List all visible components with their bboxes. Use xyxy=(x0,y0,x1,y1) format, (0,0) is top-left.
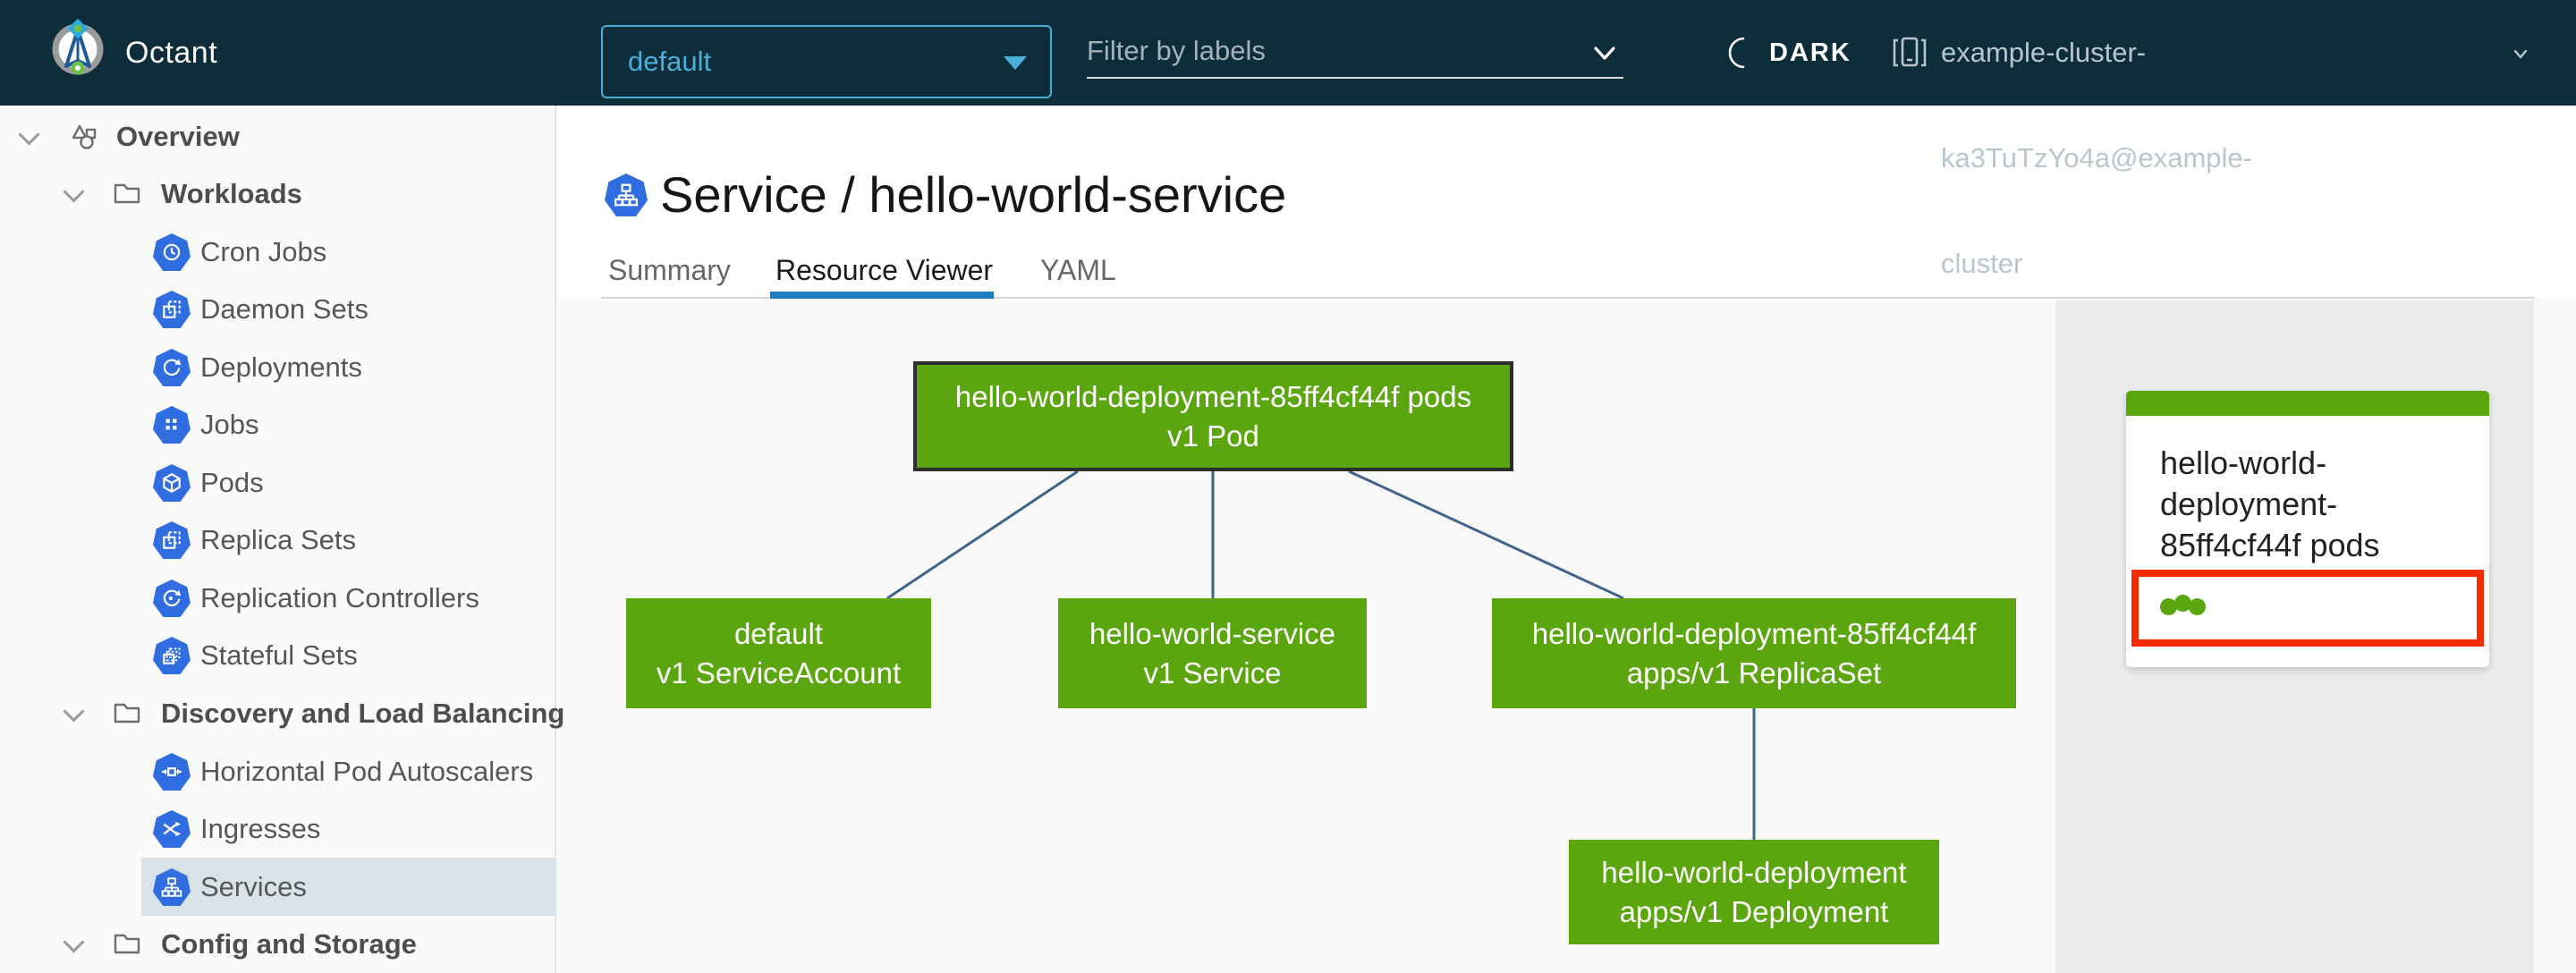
sidebar-item-horizontal-pod-autoscalers[interactable]: Horizontal Pod Autoscalers xyxy=(0,742,556,800)
node-subtitle: v1 Service xyxy=(1143,656,1282,690)
chevron-down-icon[interactable] xyxy=(63,700,85,723)
moon-icon xyxy=(1728,37,1745,69)
node-title: hello-world-deployment xyxy=(1601,855,1907,889)
octant-logo-icon xyxy=(52,18,104,75)
app-header: Octant default DARK example-cluster-ka3T… xyxy=(0,0,2576,279)
node-title: default xyxy=(733,616,824,650)
replication-controllers-icon xyxy=(153,580,191,617)
sidebar-item-discovery-and-load-balancing[interactable]: Discovery and Load Balancing xyxy=(0,684,564,742)
sidebar-item-daemon-sets[interactable]: Daemon Sets xyxy=(0,280,556,338)
sidebar-item-jobs[interactable]: Jobs xyxy=(0,395,556,453)
replica-sets-icon xyxy=(153,521,191,559)
sidebar-item-label: Workloads xyxy=(161,178,302,209)
sidebar-item-stateful-sets[interactable]: Stateful Sets xyxy=(0,626,556,684)
sidebar-item-label: Pods xyxy=(200,467,264,498)
tab-summary[interactable]: Summary xyxy=(608,250,731,290)
cluster-context-label: example-cluster-ka3TuTzYo4a@example-clus… xyxy=(1941,37,2252,279)
chevron-down-icon[interactable] xyxy=(63,181,85,203)
graph-node-replicaset[interactable]: hello-world-deployment-85ff4cf44f apps/v… xyxy=(1492,598,2016,708)
node-title: hello-world-service xyxy=(1089,616,1336,650)
sidebar-item-overview[interactable]: Overview xyxy=(0,107,556,165)
node-subtitle: v1 ServiceAccount xyxy=(656,656,902,690)
graph-node-service[interactable]: hello-world-service v1 Service xyxy=(1058,598,1367,708)
node-title: hello-world-deployment-85ff4cf44f xyxy=(1531,616,1977,650)
folder-icon xyxy=(114,703,140,723)
pod-status-dots xyxy=(2160,595,2206,620)
sidebar-item-label: Daemon Sets xyxy=(200,293,369,325)
chevron-down-icon[interactable] xyxy=(1593,41,1616,64)
sidebar-item-pods[interactable]: Pods xyxy=(0,453,556,512)
sidebar-item-workloads[interactable]: Workloads xyxy=(0,165,556,223)
hpa-icon xyxy=(153,753,191,791)
sidebar-item-replication-controllers[interactable]: Replication Controllers xyxy=(0,569,556,627)
caret-down-icon xyxy=(1004,56,1027,70)
page-title: Service / hello-world-service xyxy=(660,166,1287,223)
pod-detail-card[interactable]: hello-world-deployment-85ff4cf44f pods xyxy=(2126,391,2489,667)
sidebar-item-services[interactable]: Services xyxy=(0,858,556,916)
pod-status-dot[interactable] xyxy=(2174,595,2191,612)
graph-node-serviceaccount[interactable]: default v1 ServiceAccount xyxy=(626,598,931,708)
sidebar-item-config-and-storage[interactable]: Config and Storage xyxy=(0,915,556,973)
sidebar-item-label: Stateful Sets xyxy=(200,639,358,671)
namespace-select[interactable]: default xyxy=(601,25,1052,98)
daemon-sets-icon xyxy=(153,291,191,328)
chevron-down-icon[interactable] xyxy=(63,931,85,953)
sidebar-item-label: Cron Jobs xyxy=(200,236,327,267)
sidebar-item-label: Deployments xyxy=(200,351,362,383)
sidebar-item-deployments[interactable]: Deployments xyxy=(0,338,556,396)
sidebar-item-label: Config and Storage xyxy=(161,928,417,960)
node-subtitle: apps/v1 ReplicaSet xyxy=(1626,656,1882,690)
folder-icon xyxy=(114,934,140,954)
app-title: Octant xyxy=(125,36,218,70)
sidebar-item-label: Discovery and Load Balancing xyxy=(161,698,565,729)
sidebar-item-label: Overview xyxy=(116,121,240,152)
ingresses-icon xyxy=(153,810,191,848)
status-color-bar xyxy=(2126,391,2489,416)
pod-card-title: hello-world-deployment-85ff4cf44f pods xyxy=(2160,444,2380,563)
node-title: hello-world-deployment-85ff4cf44f pods xyxy=(954,379,1472,413)
cron-jobs-icon xyxy=(153,233,191,271)
node-subtitle: apps/v1 Deployment xyxy=(1619,894,1889,928)
label-filter-input[interactable] xyxy=(1087,25,1583,77)
sidebar-item-label: Horizontal Pod Autoscalers xyxy=(200,756,534,787)
tab-resource-viewer[interactable]: Resource Viewer xyxy=(775,250,993,290)
host-icon xyxy=(1893,37,1927,67)
sidebar-item-cron-jobs[interactable]: Cron Jobs xyxy=(0,223,556,281)
stateful-sets-icon xyxy=(153,637,191,674)
active-tab-underline xyxy=(770,292,994,299)
sidebar-item-ingresses[interactable]: Ingresses xyxy=(0,800,556,858)
chevron-down-icon[interactable] xyxy=(18,123,40,146)
dark-toggle-label: DARK xyxy=(1769,38,1852,67)
sidebar-item-label: Replication Controllers xyxy=(200,582,479,613)
namespace-select-value: default xyxy=(628,46,712,77)
graph-node-pod[interactable]: hello-world-deployment-85ff4cf44f pods v… xyxy=(913,361,1513,471)
sidebar-item-label: Replica Sets xyxy=(200,524,357,555)
pod-status-highlight[interactable] xyxy=(2131,570,2484,647)
label-filter xyxy=(1087,0,1623,106)
sidebar-item-label: Ingresses xyxy=(200,813,321,844)
sidebar-item-label: Jobs xyxy=(200,409,259,440)
tab-yaml[interactable]: YAML xyxy=(1040,250,1116,290)
pods-icon xyxy=(153,464,191,502)
node-subtitle: v1 Pod xyxy=(1167,419,1259,453)
graph-node-deployment[interactable]: hello-world-deployment apps/v1 Deploymen… xyxy=(1569,840,1939,944)
input-underline xyxy=(1087,77,1623,79)
folder-icon xyxy=(114,183,140,204)
deployments-icon xyxy=(153,349,191,386)
chevron-down-icon xyxy=(2513,49,2528,59)
sidebar-item-label: Services xyxy=(200,871,307,902)
sidebar-nav: Overview Workloads Cron Jobs Daemon Sets… xyxy=(0,106,564,973)
sidebar-item-replica-sets[interactable]: Replica Sets xyxy=(0,511,556,569)
objects-icon xyxy=(72,124,97,149)
jobs-icon xyxy=(153,406,191,444)
